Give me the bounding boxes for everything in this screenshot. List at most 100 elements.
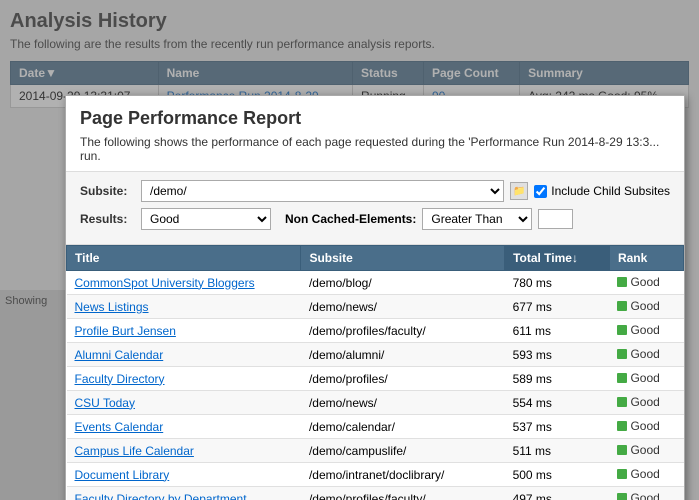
table-row: News Listings /demo/news/ 677 ms Good (67, 295, 684, 319)
subsite-row: Subsite: /demo/ 📁 Include Child Subsites (80, 180, 670, 202)
table-row: Alumni Calendar /demo/alumni/ 593 ms Goo… (67, 343, 684, 367)
rank-badge: Good (617, 371, 659, 385)
good-icon (617, 301, 627, 311)
good-icon (617, 469, 627, 479)
cell-rank: Good (609, 271, 683, 295)
rank-badge: Good (617, 395, 659, 409)
cell-rank: Good (609, 439, 683, 463)
col-rank[interactable]: Rank (609, 246, 683, 271)
cell-rank: Good (609, 295, 683, 319)
good-icon (617, 325, 627, 335)
cell-rank: Good (609, 463, 683, 487)
rank-badge: Good (617, 419, 659, 433)
rank-label: Good (630, 275, 659, 289)
include-label: Include Child Subsites (551, 184, 670, 198)
rank-badge: Good (617, 443, 659, 457)
table-row: CSU Today /demo/news/ 554 ms Good (67, 391, 684, 415)
cell-time: 497 ms (505, 487, 610, 500)
rank-label: Good (630, 419, 659, 433)
cell-time: 611 ms (505, 319, 610, 343)
cell-title[interactable]: News Listings (67, 295, 301, 319)
good-icon (617, 277, 627, 287)
good-icon (617, 493, 627, 500)
table-row: Faculty Directory by Department /demo/pr… (67, 487, 684, 500)
cell-subsite: /demo/news/ (301, 391, 505, 415)
outer-page: Analysis History The following are the r… (0, 0, 699, 500)
cell-time: 780 ms (505, 271, 610, 295)
folder-icon[interactable]: 📁 (510, 182, 528, 200)
col-subsite[interactable]: Subsite (301, 246, 505, 271)
results-label: Results: (80, 212, 135, 226)
noncached-select[interactable]: Greater Than (422, 208, 532, 230)
rank-badge: Good (617, 491, 659, 500)
cell-time: 593 ms (505, 343, 610, 367)
cell-time: 589 ms (505, 367, 610, 391)
cell-title[interactable]: Faculty Directory by Department (67, 487, 301, 500)
modal-description: The following shows the performance of e… (80, 135, 670, 163)
cell-time: 500 ms (505, 463, 610, 487)
rank-label: Good (630, 491, 659, 500)
modal-dialog: Page Performance Report The following sh… (65, 95, 685, 500)
results-table-wrap[interactable]: Title Subsite Total Time↓ Rank CommonSpo… (66, 245, 684, 500)
rank-label: Good (630, 323, 659, 337)
cell-title[interactable]: Alumni Calendar (67, 343, 301, 367)
cell-time: 537 ms (505, 415, 610, 439)
rank-label: Good (630, 299, 659, 313)
good-icon (617, 349, 627, 359)
col-title[interactable]: Title (67, 246, 301, 271)
noncached-number[interactable]: 0 (538, 209, 573, 229)
cell-time: 554 ms (505, 391, 610, 415)
rank-label: Good (630, 371, 659, 385)
rank-label: Good (630, 395, 659, 409)
cell-title[interactable]: Document Library (67, 463, 301, 487)
cell-time: 511 ms (505, 439, 610, 463)
col-totaltime[interactable]: Total Time↓ (505, 246, 610, 271)
table-row: CommonSpot University Bloggers /demo/blo… (67, 271, 684, 295)
table-row: Faculty Directory /demo/profiles/ 589 ms… (67, 367, 684, 391)
subsite-label: Subsite: (80, 184, 135, 198)
table-row: Campus Life Calendar /demo/campuslife/ 5… (67, 439, 684, 463)
cell-title[interactable]: Events Calendar (67, 415, 301, 439)
modal-header: Page Performance Report The following sh… (66, 96, 684, 172)
modal-controls: Subsite: /demo/ 📁 Include Child Subsites… (66, 172, 684, 245)
good-icon (617, 397, 627, 407)
results-row: Results: Good Non Cached-Elements: Great… (80, 208, 670, 230)
cell-subsite: /demo/profiles/ (301, 367, 505, 391)
cell-rank: Good (609, 415, 683, 439)
cell-rank: Good (609, 391, 683, 415)
table-row: Events Calendar /demo/calendar/ 537 ms G… (67, 415, 684, 439)
rank-badge: Good (617, 347, 659, 361)
noncached-label: Non Cached-Elements: (285, 212, 416, 226)
cell-title[interactable]: Campus Life Calendar (67, 439, 301, 463)
cell-subsite: /demo/alumni/ (301, 343, 505, 367)
rank-badge: Good (617, 467, 659, 481)
cell-title[interactable]: CommonSpot University Bloggers (67, 271, 301, 295)
cell-subsite: /demo/profiles/faculty/ (301, 319, 505, 343)
subsite-select[interactable]: /demo/ (141, 180, 504, 202)
cell-rank: Good (609, 487, 683, 500)
cell-subsite: /demo/calendar/ (301, 415, 505, 439)
cell-title[interactable]: CSU Today (67, 391, 301, 415)
modal-title: Page Performance Report (80, 108, 670, 129)
cell-subsite: /demo/intranet/doclibrary/ (301, 463, 505, 487)
include-child-subsites[interactable]: Include Child Subsites (534, 184, 670, 198)
results-table: Title Subsite Total Time↓ Rank CommonSpo… (66, 245, 684, 500)
table-row: Profile Burt Jensen /demo/profiles/facul… (67, 319, 684, 343)
rank-badge: Good (617, 323, 659, 337)
cell-title[interactable]: Faculty Directory (67, 367, 301, 391)
good-icon (617, 373, 627, 383)
results-select[interactable]: Good (141, 208, 271, 230)
rank-label: Good (630, 347, 659, 361)
cell-rank: Good (609, 343, 683, 367)
rank-label: Good (630, 467, 659, 481)
cell-title[interactable]: Profile Burt Jensen (67, 319, 301, 343)
cell-subsite: /demo/news/ (301, 295, 505, 319)
rank-badge: Good (617, 275, 659, 289)
table-row: Document Library /demo/intranet/doclibra… (67, 463, 684, 487)
cell-rank: Good (609, 367, 683, 391)
rank-label: Good (630, 443, 659, 457)
include-checkbox[interactable] (534, 185, 547, 198)
cell-rank: Good (609, 319, 683, 343)
good-icon (617, 445, 627, 455)
cell-subsite: /demo/blog/ (301, 271, 505, 295)
